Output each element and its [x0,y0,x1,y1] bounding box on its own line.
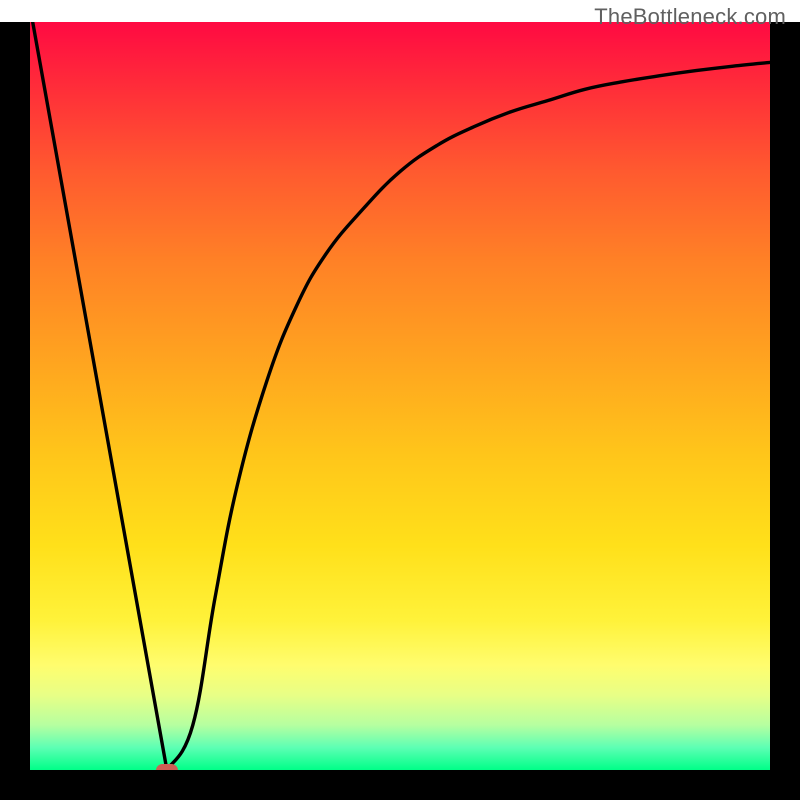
curve-path [30,22,770,770]
watermark-text: TheBottleneck.com [594,4,786,30]
chart-container: TheBottleneck.com [0,0,800,800]
plot-area [30,22,770,770]
minimum-marker [156,764,178,771]
curve-svg [30,22,770,770]
chart-frame [0,22,800,800]
